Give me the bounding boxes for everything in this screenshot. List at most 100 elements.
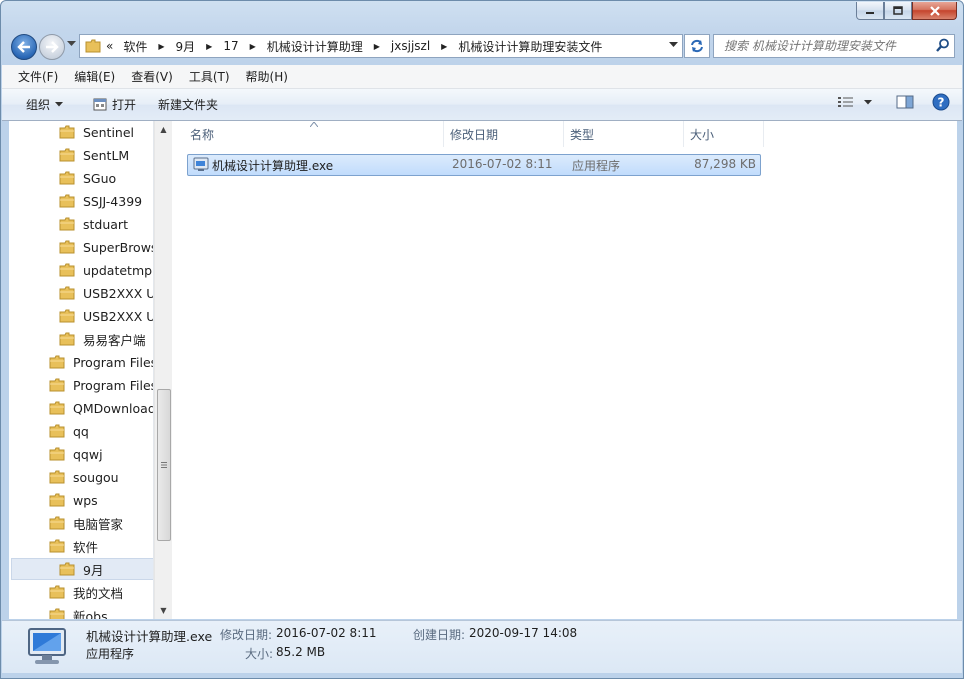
folder-icon [49,424,65,438]
nav-tree-item[interactable]: SGuo [9,167,116,189]
nav-tree-item[interactable]: 新obs [9,604,108,619]
minimize-button[interactable] [856,2,884,20]
help-icon[interactable]: ? [932,93,950,111]
nav-tree-item[interactable]: SuperBrowser [9,236,153,258]
column-header-type[interactable]: 类型 [564,121,684,147]
nav-tree-item[interactable]: Program Files [9,351,154,373]
open-icon [93,98,107,111]
scroll-thumb[interactable] [157,389,171,541]
scroll-up-icon[interactable]: ▲ [155,121,172,138]
new-folder-button[interactable]: 新建文件夹 [150,93,226,117]
folder-icon [49,355,65,369]
svg-text:?: ? [938,96,945,110]
breadcrumb-arrow-icon[interactable]: ▶ [244,42,262,51]
nav-tree-item[interactable]: USB2XXX USB [9,305,153,327]
breadcrumb-arrow-icon[interactable]: ▶ [200,42,218,51]
nav-tree-item[interactable]: 软件 [9,535,98,557]
search-input[interactable] [722,35,926,57]
breadcrumb-overflow[interactable]: « [101,35,118,57]
nav-tree-label: sougou [73,469,119,485]
folder-icon [49,378,65,392]
preview-pane-icon[interactable] [896,95,914,109]
address-bar[interactable]: « 软件 ▶ 9月 ▶ 17 ▶ 机械设计计算助理 ▶ jxsjjszl ▶ 机… [79,34,683,58]
breadcrumb-segment[interactable]: jxsjjszl [386,35,435,57]
view-dropdown-icon[interactable] [864,99,872,105]
nav-tree-item[interactable]: 我的文档 [9,581,123,603]
open-button[interactable]: 打开 [85,93,144,117]
menu-tools[interactable]: 工具(T) [183,68,236,85]
breadcrumb-segment[interactable]: 机械设计计算助理安装文件 [453,35,607,57]
close-button[interactable] [912,2,957,20]
nav-tree-label: Program Files [73,354,154,370]
menu-edit[interactable]: 编辑(E) [68,68,121,85]
chevron-down-icon [55,102,64,107]
file-size: 87,298 KB [694,157,756,171]
breadcrumb-segment[interactable]: 17 [218,35,243,57]
nav-tree-item[interactable]: QMDownload [9,397,154,419]
folder-icon [59,562,75,576]
nav-tree-label: qqwj [73,446,103,462]
view-options-icon[interactable] [838,96,854,108]
file-row[interactable]: 机械设计计算助理.exe 2016-07-02 8:11 应用程序 87,298… [187,154,761,176]
nav-tree-item[interactable]: 电脑管家 [9,512,123,534]
breadcrumb-segment[interactable]: 机械设计计算助理 [262,35,368,57]
folder-icon [49,516,65,530]
arrow-right-icon [46,41,59,53]
details-pane: 机械设计计算助理.exe 应用程序 修改日期: 2016-07-02 8:11 … [2,620,962,673]
nav-tree-label: QMDownload [73,400,154,416]
maximize-icon [893,6,903,15]
organize-button[interactable]: 组织 [18,93,71,117]
nav-tree-item[interactable]: SSJJ-4399 [9,190,142,212]
breadcrumb-segment[interactable]: 9月 [171,35,201,57]
details-file-name: 机械设计计算助理.exe [86,629,213,644]
nav-tree-item[interactable]: USB2XXX USB [9,282,153,304]
file-name: 机械设计计算助理.exe [212,159,334,173]
nav-tree-label: SGuo [83,170,117,186]
breadcrumb-arrow-icon[interactable]: ▶ [368,42,386,51]
column-header-size[interactable]: 大小 [684,121,764,147]
nav-tree-item[interactable]: qq [9,420,89,442]
nav-tree-item[interactable]: SentLM [9,144,129,166]
refresh-button[interactable] [684,34,710,58]
menu-help[interactable]: 帮助(H) [240,68,294,85]
column-header-modified[interactable]: 修改日期 [444,121,564,147]
nav-tree-item[interactable]: qqwj [9,443,103,465]
forward-button[interactable] [39,34,65,60]
nav-tree-label: SuperBrowser [83,239,153,255]
nav-tree-item[interactable]: wps [9,489,98,511]
breadcrumb-arrow-icon[interactable]: ▶ [435,42,453,51]
nav-tree-item[interactable]: sougou [9,466,119,488]
folder-icon [59,332,75,346]
nav-tree-label: 易易客户端 [83,332,146,348]
search-box[interactable] [713,34,955,58]
nav-tree-label: stduart [83,216,128,232]
folder-icon [59,217,75,231]
nav-tree-item[interactable]: 9月 [11,558,153,580]
breadcrumb-arrow-icon[interactable]: ▶ [152,42,170,51]
nav-tree-item[interactable]: Sentinel [9,121,134,143]
nav-tree-label: 9月 [83,562,104,578]
nav-tree-label: qq [73,423,89,439]
menu-file[interactable]: 文件(F) [12,68,64,85]
maximize-button[interactable] [884,2,912,20]
nav-tree-item[interactable]: 易易客户端 [9,328,146,350]
nav-tree-label: SSJJ-4399 [83,193,143,209]
navigation-scrollbar[interactable]: ▲ ▼ [154,121,172,619]
recent-pages-dropdown-icon[interactable] [67,41,76,47]
search-icon[interactable] [936,38,950,52]
caption-buttons [856,2,957,20]
nav-tree-item[interactable]: updatetmp [9,259,152,281]
menu-view[interactable]: 查看(V) [125,68,179,85]
navigation-pane[interactable]: Sentinel SentLM SGuo SSJJ-4399 stduart SuperB… [9,121,154,619]
nav-tree-item[interactable]: Program Files [9,374,153,396]
explorer-window: « 软件 ▶ 9月 ▶ 17 ▶ 机械设计计算助理 ▶ jxsjjszl ▶ 机… [0,0,964,679]
folder-icon [59,194,75,208]
navigation-row: « 软件 ▶ 9月 ▶ 17 ▶ 机械设计计算助理 ▶ jxsjjszl ▶ 机… [1,31,963,63]
breadcrumb-segment[interactable]: 软件 [118,35,152,57]
scroll-down-icon[interactable]: ▼ [155,602,172,619]
nav-tree-label: 软件 [73,539,99,555]
nav-tree-label: USB2XXX USB [83,308,153,324]
address-dropdown-icon[interactable] [669,42,678,48]
nav-tree-item[interactable]: stduart [9,213,128,235]
back-button[interactable] [11,34,37,60]
